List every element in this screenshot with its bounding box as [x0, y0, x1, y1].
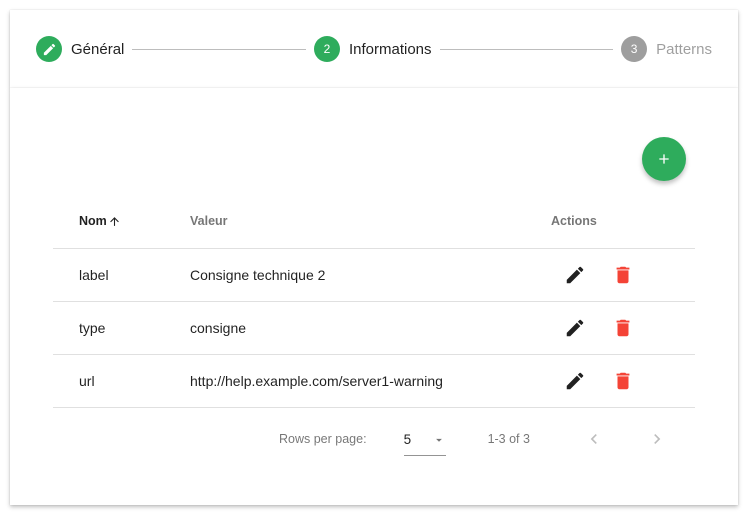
delete-button[interactable] — [611, 263, 635, 287]
next-page-button[interactable] — [645, 427, 669, 451]
page-range: 1-3 of 3 — [487, 432, 530, 446]
arrow-up-icon — [109, 216, 119, 226]
cell-actions — [551, 354, 695, 408]
previous-page-button[interactable] — [582, 427, 606, 451]
pencil-icon — [43, 43, 55, 55]
cell-name: type — [53, 301, 190, 355]
edit-icon — [566, 266, 584, 283]
table-row: url http://help.example.com/server1-warn… — [53, 354, 695, 408]
chevron-left-icon — [590, 434, 597, 444]
informations-panel: Nom Valeur Actions label Consigne techni… — [10, 88, 738, 505]
cell-name: url — [53, 354, 190, 408]
information-table: Nom Valeur Actions label Consigne techni… — [53, 195, 695, 408]
rows-per-page-select[interactable]: 5 — [403, 423, 446, 456]
cell-value: Consigne technique 2 — [190, 248, 551, 302]
cell-name: label — [53, 248, 190, 302]
step-connector — [132, 48, 306, 50]
table-row: type consigne — [53, 301, 695, 355]
table-pagination: Rows per page: 5 1-3 of 3 — [279, 423, 669, 456]
step-connector — [439, 48, 614, 50]
delete-button[interactable] — [611, 369, 635, 393]
table-row: label Consigne technique 2 — [53, 248, 695, 302]
edit-icon — [566, 319, 584, 336]
rows-per-page-label: Rows per page: — [279, 432, 367, 446]
column-header-valeur[interactable]: Valeur — [190, 195, 551, 249]
step-general[interactable]: Général — [36, 36, 124, 62]
step-informations-circle: 2 — [313, 36, 340, 62]
trash-icon — [616, 319, 630, 336]
step-general-label: Général — [71, 40, 125, 58]
trash-icon — [616, 266, 630, 283]
cell-value: consigne — [190, 301, 551, 355]
stepper: Général 2 Informations 3 Patterns — [10, 10, 738, 88]
edit-icon — [566, 372, 584, 389]
edit-button[interactable] — [563, 316, 587, 340]
trash-icon — [616, 372, 630, 389]
step-general-circle — [36, 36, 62, 62]
edit-button[interactable] — [563, 263, 587, 287]
step-patterns[interactable]: 3 Patterns — [621, 36, 712, 62]
step-informations-label: Informations — [348, 40, 432, 58]
cell-actions — [551, 301, 695, 355]
column-header-actions: Actions — [551, 195, 695, 249]
dropdown-arrow-icon — [435, 438, 442, 442]
cell-actions — [551, 248, 695, 302]
step-informations[interactable]: 2 Informations — [313, 36, 432, 62]
chevron-right-icon — [654, 434, 661, 444]
column-header-nom[interactable]: Nom — [53, 195, 190, 249]
add-information-button[interactable] — [642, 137, 686, 181]
column-header-nom-label: Nom — [79, 214, 107, 229]
step-informations-number: 2 — [323, 42, 331, 56]
cell-value: http://help.example.com/server1-warning — [190, 354, 551, 408]
table-header-row: Nom Valeur Actions — [53, 195, 695, 249]
step-patterns-circle: 3 — [621, 36, 648, 62]
step-patterns-label: Patterns — [656, 40, 713, 58]
step-patterns-number: 3 — [630, 42, 638, 56]
rows-per-page-value: 5 — [403, 432, 412, 447]
delete-button[interactable] — [611, 316, 635, 340]
add-icon — [659, 154, 669, 164]
edit-button[interactable] — [563, 369, 587, 393]
